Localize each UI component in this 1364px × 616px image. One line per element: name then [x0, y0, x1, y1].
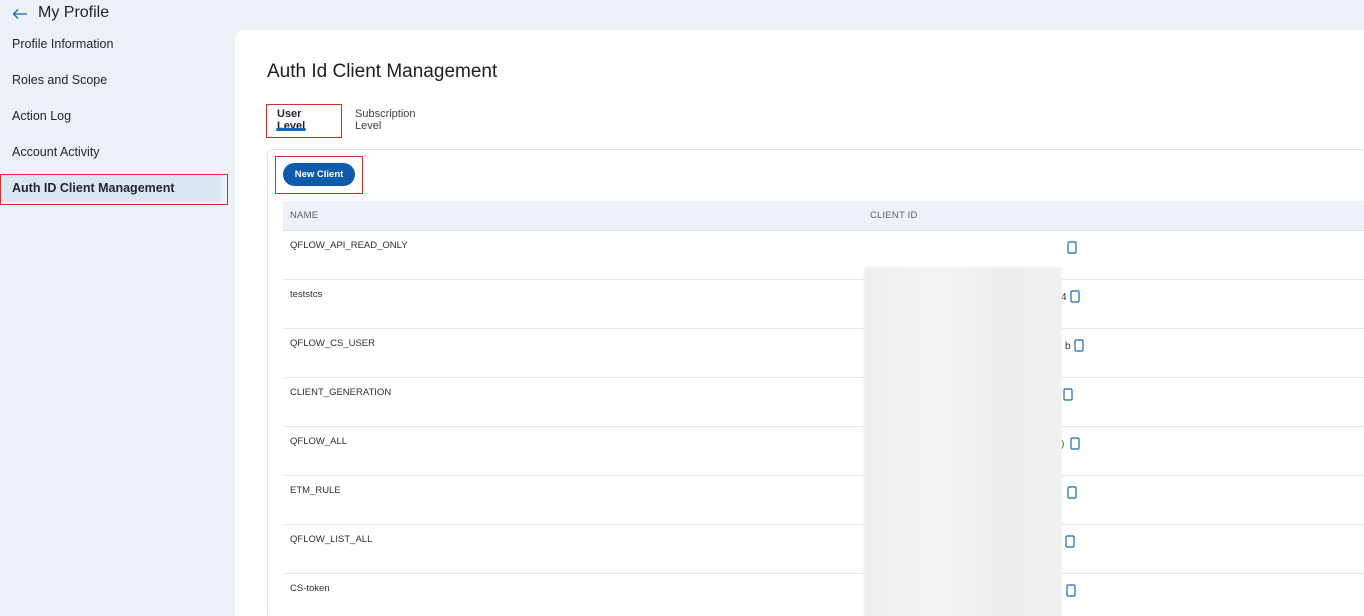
column-header-client-id: CLIENT ID [870, 210, 918, 221]
table-row: ETM_RULE [283, 476, 1364, 525]
table-row: QFLOW_CS_USER b [283, 329, 1364, 378]
table-row: QFLOW_API_READ_ONLY [283, 231, 1364, 280]
table-row: teststcs 4 [283, 280, 1364, 329]
copy-icon[interactable] [1066, 584, 1076, 597]
sidebar-item-action-log[interactable]: Action Log [0, 98, 235, 134]
sidebar-item-label: Account Activity [12, 145, 100, 159]
copy-icon[interactable] [1074, 339, 1084, 352]
column-header-name: NAME [290, 210, 319, 221]
highlight-outline [0, 174, 228, 205]
table-row: QFLOW_LIST_ALL [283, 525, 1364, 574]
highlight-outline [275, 156, 363, 194]
sidebar-item-roles-and-scope[interactable]: Roles and Scope [0, 62, 235, 98]
page-title: My Profile [38, 4, 110, 21]
table-row: CS-token [283, 574, 1364, 616]
copy-icon[interactable] [1070, 437, 1080, 450]
sidebar-item-label: Action Log [12, 109, 72, 123]
main-title: Auth Id Client Management [267, 61, 498, 82]
client-name: CS-token [290, 583, 330, 594]
client-name: QFLOW_ALL [290, 436, 348, 447]
client-name: ETM_RULE [290, 485, 341, 496]
copy-icon[interactable] [1067, 241, 1077, 254]
clients-table: NAME CLIENT ID QFLOW_API_READ_ONLY tests… [283, 201, 1364, 616]
client-name: CLIENT_GENERATION [290, 387, 392, 398]
client-name: QFLOW_CS_USER [290, 338, 375, 349]
copy-icon[interactable] [1065, 535, 1075, 548]
copy-icon[interactable] [1070, 290, 1080, 303]
client-name: QFLOW_API_READ_ONLY [290, 240, 408, 251]
sidebar-item-account-activity[interactable]: Account Activity [0, 134, 235, 170]
tab-subscription-level[interactable]: Subscription Level [355, 104, 416, 134]
client-name: QFLOW_LIST_ALL [290, 534, 373, 545]
client-id-tail: b [1065, 341, 1071, 352]
back-arrow-icon[interactable] [12, 7, 28, 19]
main-panel: Auth Id Client Management User Level Sub… [235, 30, 1364, 616]
sidebar-item-profile-information[interactable]: Profile Information [0, 26, 235, 62]
client-name: teststcs [290, 289, 323, 300]
tab-label: Subscription Level [355, 108, 416, 132]
page-header: My Profile [0, 0, 109, 26]
highlight-outline [266, 104, 342, 138]
copy-icon[interactable] [1063, 388, 1073, 401]
table-header: NAME CLIENT ID [283, 201, 1364, 231]
sidebar-item-label: Roles and Scope [12, 73, 108, 87]
copy-icon[interactable] [1067, 486, 1077, 499]
redacted-client-ids [864, 267, 1062, 616]
sidebar-item-label: Profile Information [12, 37, 114, 51]
table-row: QFLOW_ALL ) [283, 427, 1364, 476]
table-row: CLIENT_GENERATION [283, 378, 1364, 427]
